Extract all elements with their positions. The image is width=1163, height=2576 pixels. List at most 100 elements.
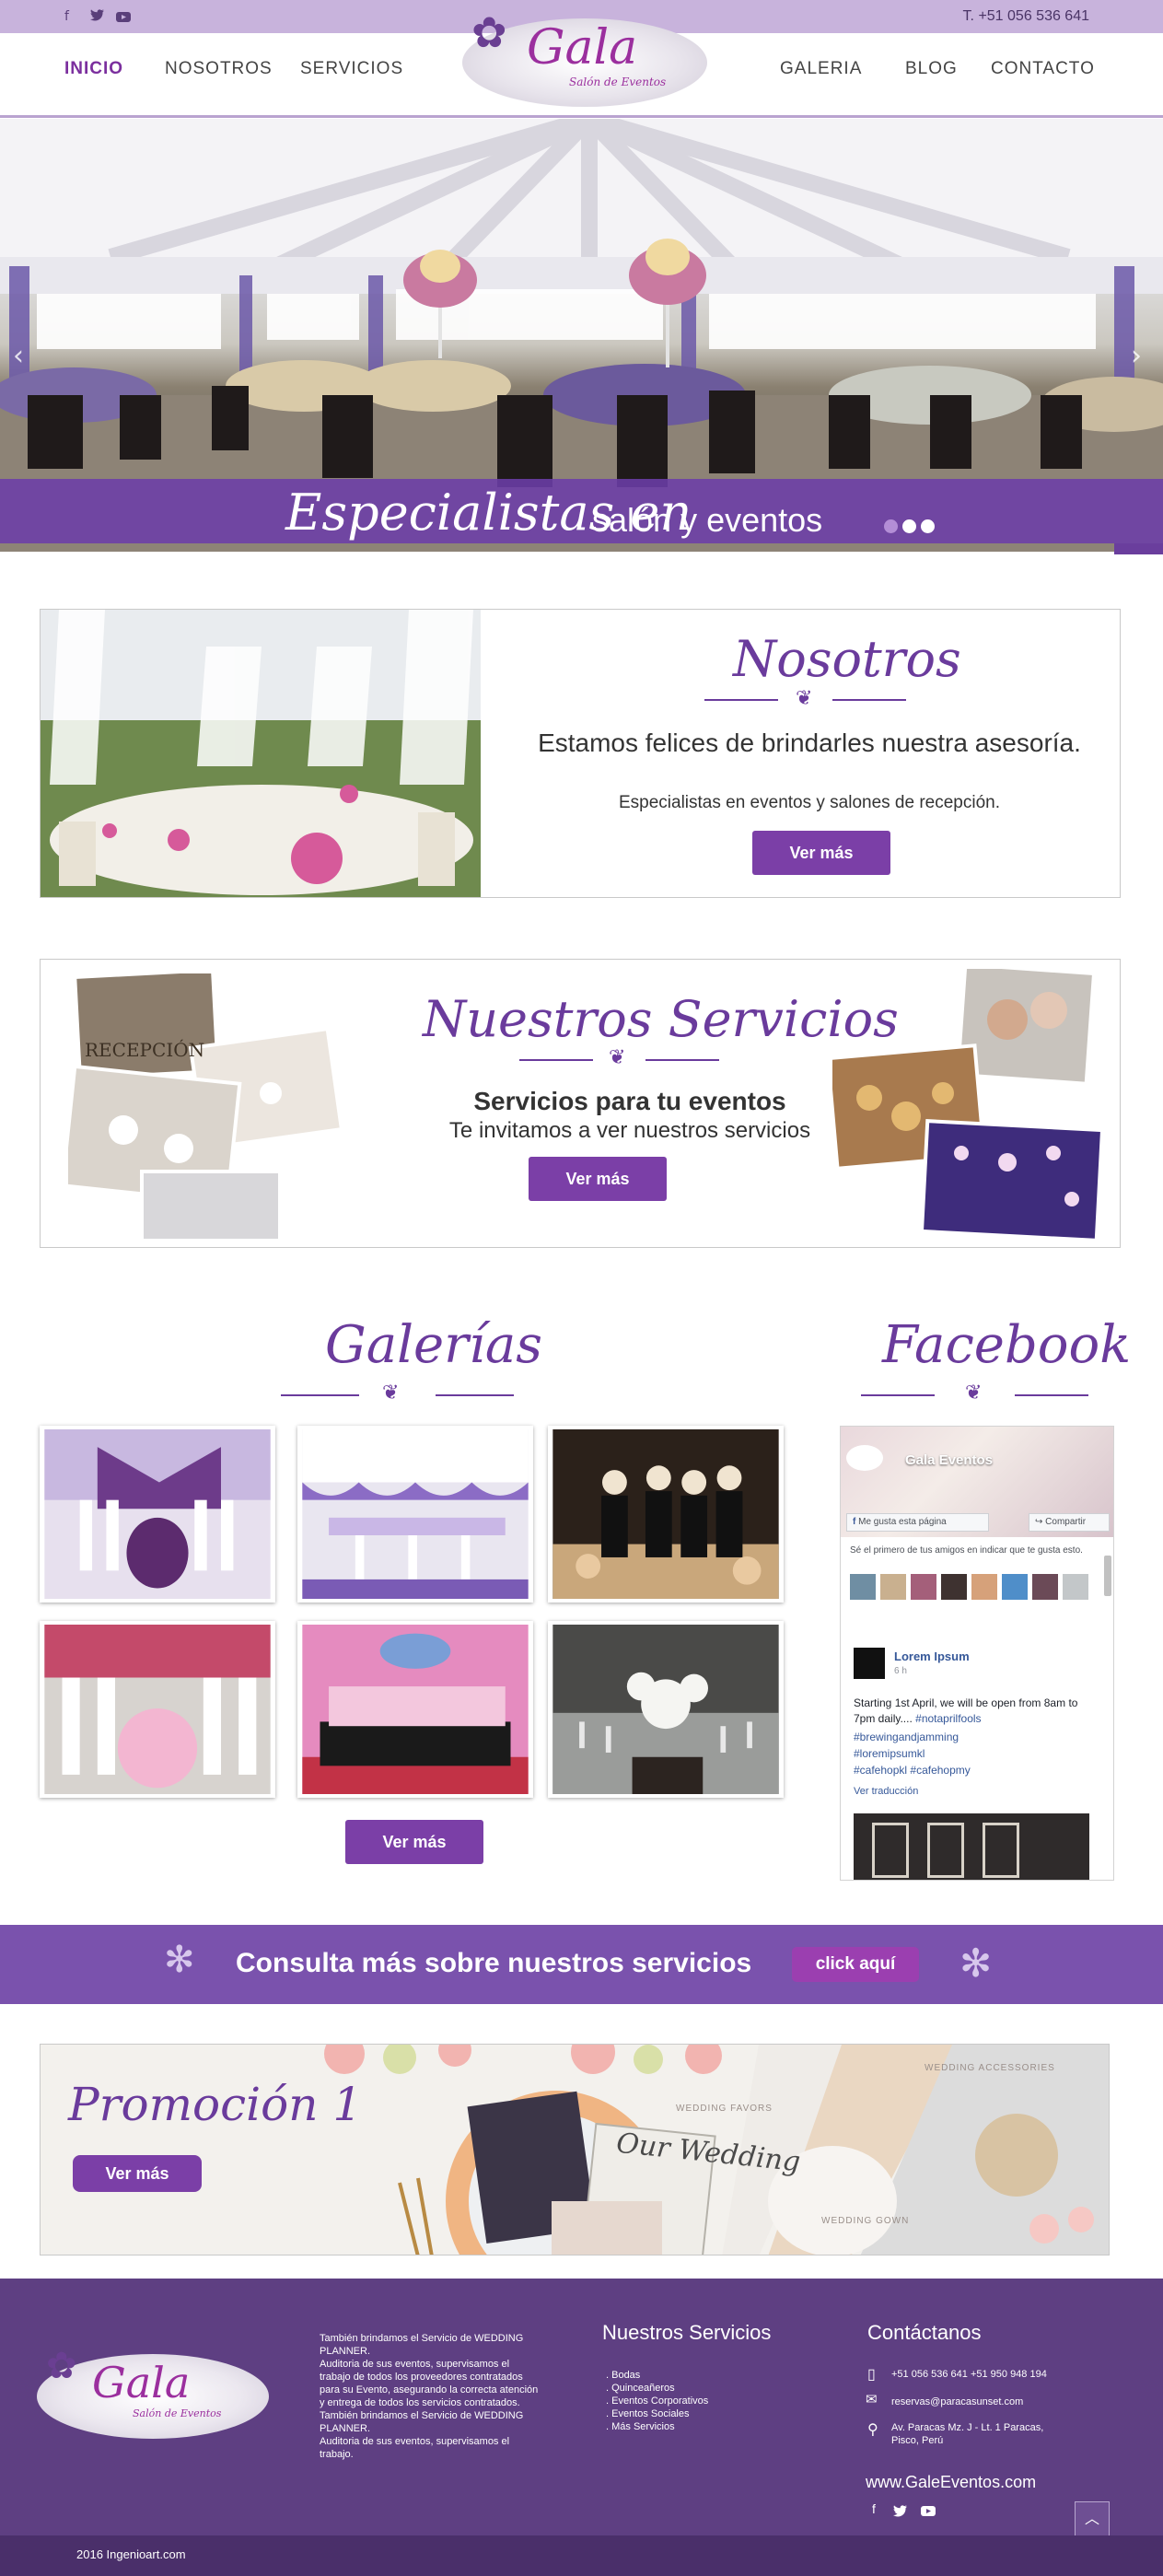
footer-about-text: También brindamos el Servicio de WEDDING… xyxy=(320,2333,539,2460)
nosotros-ver-mas-button[interactable]: Ver más xyxy=(752,831,890,875)
divider xyxy=(832,699,906,701)
post-avatar xyxy=(854,1648,885,1679)
gallery-photo-3[interactable] xyxy=(548,1426,784,1603)
swirl-icon: ❦ xyxy=(965,1381,983,1405)
nosotros-text: Especialistas en eventos y salones de re… xyxy=(618,793,1001,812)
slide-dot[interactable] xyxy=(884,519,898,533)
facebook-friends-text: Sé el primero de tus amigos en indicar q… xyxy=(850,1545,1083,1556)
gallery-photo-5[interactable] xyxy=(297,1621,533,1798)
nosotros-section: Nosotros ❦ Estamos felices de brindarles… xyxy=(40,609,1121,898)
chevron-up-icon: ︿ xyxy=(1084,2510,1099,2527)
facebook-avatar xyxy=(846,1445,883,1471)
twitter-icon[interactable] xyxy=(893,2503,907,2521)
facebook-like-button[interactable]: f Me gusta esta página xyxy=(846,1513,989,1532)
logo-subtitle: Salón de Eventos xyxy=(569,76,667,88)
nav-inicio[interactable]: INICIO xyxy=(64,59,123,79)
facebook-friend-avatars xyxy=(850,1574,1089,1602)
logo-name: Gala xyxy=(527,20,638,76)
footer-services-title: Nuestros Servicios xyxy=(602,2321,772,2344)
youtube-icon[interactable] xyxy=(116,9,131,26)
like-label: Me gusta esta página xyxy=(858,1517,947,1527)
nosotros-heading: Estamos felices de brindarles nuestra as… xyxy=(538,729,1081,757)
footer-service-link[interactable]: . Bodas xyxy=(606,2369,708,2382)
promo-image xyxy=(41,2045,1109,2255)
gallery-photo-1[interactable] xyxy=(40,1426,275,1603)
gallery-photo-2[interactable] xyxy=(297,1426,533,1603)
footer-logo[interactable]: ✿ Gala Salón de Eventos xyxy=(37,2345,269,2439)
post-hashtags[interactable]: #brewingandjamming #loremipsumkl #cafeho… xyxy=(854,1729,1084,1778)
flower-icon: ✻ xyxy=(959,1941,993,1986)
footer-contact-title: Contáctanos xyxy=(867,2321,982,2344)
mail-icon: ✉ xyxy=(866,2392,878,2407)
divider xyxy=(704,699,778,701)
facebook-page-name[interactable]: Gala Eventos xyxy=(905,1452,993,1468)
logo[interactable]: ✿ Gala Salón de Eventos xyxy=(462,7,707,107)
facebook-icon[interactable]: f xyxy=(872,2501,876,2516)
nosotros-photo xyxy=(41,610,481,897)
post-time: 6 h xyxy=(894,1666,907,1676)
footer-service-link[interactable]: . Más Servicios xyxy=(606,2420,708,2433)
galerias-title: Galerías xyxy=(325,1315,542,1375)
flower-icon: ✻ xyxy=(164,1939,195,1981)
phone-number: T. +51 056 536 641 xyxy=(962,8,1089,24)
post-image[interactable] xyxy=(854,1813,1089,1880)
swirl-icon: ❦ xyxy=(796,687,813,710)
footer-services-list: . Bodas . Quinceañeros . Eventos Corpora… xyxy=(606,2369,708,2433)
next-arrow-icon[interactable]: › xyxy=(1131,340,1142,372)
facebook-icon: f xyxy=(853,1517,856,1527)
promo-ver-mas-button[interactable]: Ver más xyxy=(73,2155,202,2192)
footer-copyright: 2016 Ingenioart.com xyxy=(76,2547,186,2561)
back-to-top-button[interactable]: ︿ xyxy=(1075,2501,1110,2536)
nav-nosotros[interactable]: NOSOTROS xyxy=(165,59,273,79)
slide-dot[interactable] xyxy=(921,519,935,533)
flower-icon: ✿ xyxy=(46,2345,77,2387)
swirl-icon: ❦ xyxy=(382,1381,400,1405)
nav-blog[interactable]: BLOG xyxy=(905,59,958,79)
footer-service-link[interactable]: . Eventos Sociales xyxy=(606,2407,708,2420)
promo-title: Promoción 1 xyxy=(68,2078,363,2131)
recepcion-caption: RECEPCIÓN xyxy=(85,1038,204,1061)
promo-banner[interactable]: WEDDING FAVORS WEDDING ACCESSORIES WEDDI… xyxy=(40,2044,1110,2255)
servicios-collage-left: RECEPCIÓN xyxy=(68,973,344,1241)
consulta-text: Consulta más sobre nuestros servicios xyxy=(236,1948,752,1978)
nosotros-title: Nosotros xyxy=(733,630,961,688)
divider xyxy=(1015,1394,1088,1396)
promo-label-accessories: WEDDING ACCESSORIES xyxy=(925,2063,1055,2073)
post-author[interactable]: Lorem Ipsum xyxy=(894,1649,970,1663)
footer-address-2: Pisco, Perú xyxy=(891,2435,944,2446)
footer-address-1: Av. Paracas Mz. J - Lt. 1 Paracas, xyxy=(891,2422,1044,2433)
post-tag[interactable]: #notaprilfools xyxy=(915,1712,981,1725)
footer-email[interactable]: reservas@paracasunset.com xyxy=(891,2396,1023,2407)
consulta-click-button[interactable]: click aquí xyxy=(792,1947,919,1982)
phone-icon: ▯ xyxy=(867,2367,876,2383)
nav-contacto[interactable]: CONTACTO xyxy=(991,59,1095,79)
footer-service-link[interactable]: . Eventos Corporativos xyxy=(606,2395,708,2407)
facebook-title: Facebook xyxy=(882,1315,1132,1375)
prev-arrow-icon[interactable]: ‹ xyxy=(13,340,24,372)
promo-label-gown: WEDDING GOWN xyxy=(821,2216,910,2226)
slide-dot[interactable] xyxy=(902,519,916,533)
facebook-share-button[interactable]: ↪ Compartir xyxy=(1029,1513,1110,1532)
swirl-icon: ❦ xyxy=(609,1046,626,1069)
share-label: Compartir xyxy=(1045,1517,1087,1527)
nav-servicios[interactable]: SERVICIOS xyxy=(300,59,403,79)
gallery-photo-4[interactable] xyxy=(40,1621,275,1798)
footer-website[interactable]: www.GaleEventos.com xyxy=(866,2473,1036,2492)
twitter-icon[interactable] xyxy=(90,9,104,25)
scrollbar[interactable] xyxy=(1104,1556,1111,1596)
promo-label-favors: WEDDING FAVORS xyxy=(676,2104,773,2114)
hero-plain-text: salón y eventos xyxy=(592,501,823,539)
gallery-photo-6[interactable] xyxy=(548,1621,784,1798)
servicios-heading: Servicios para tu eventos xyxy=(473,1087,786,1115)
footer-phone: +51 056 536 641 +51 950 948 194 xyxy=(891,2369,1047,2380)
facebook-widget[interactable]: Gala Eventos f Me gusta esta página ↪ Co… xyxy=(840,1426,1114,1881)
youtube-icon[interactable] xyxy=(921,2502,936,2520)
facebook-icon[interactable]: f xyxy=(64,9,69,24)
footer-service-link[interactable]: . Quinceañeros xyxy=(606,2382,708,2395)
footer-logo-subtitle: Salón de Eventos xyxy=(133,2407,222,2419)
nav-galeria[interactable]: GALERIA xyxy=(780,59,862,79)
servicios-section: RECEPCIÓN Nuestros Servicios ❦ Servicios… xyxy=(40,959,1121,1248)
galerias-ver-mas-button[interactable]: Ver más xyxy=(345,1820,483,1864)
post-translate-link[interactable]: Ver traducción xyxy=(854,1786,918,1797)
servicios-ver-mas-button[interactable]: Ver más xyxy=(529,1157,667,1201)
